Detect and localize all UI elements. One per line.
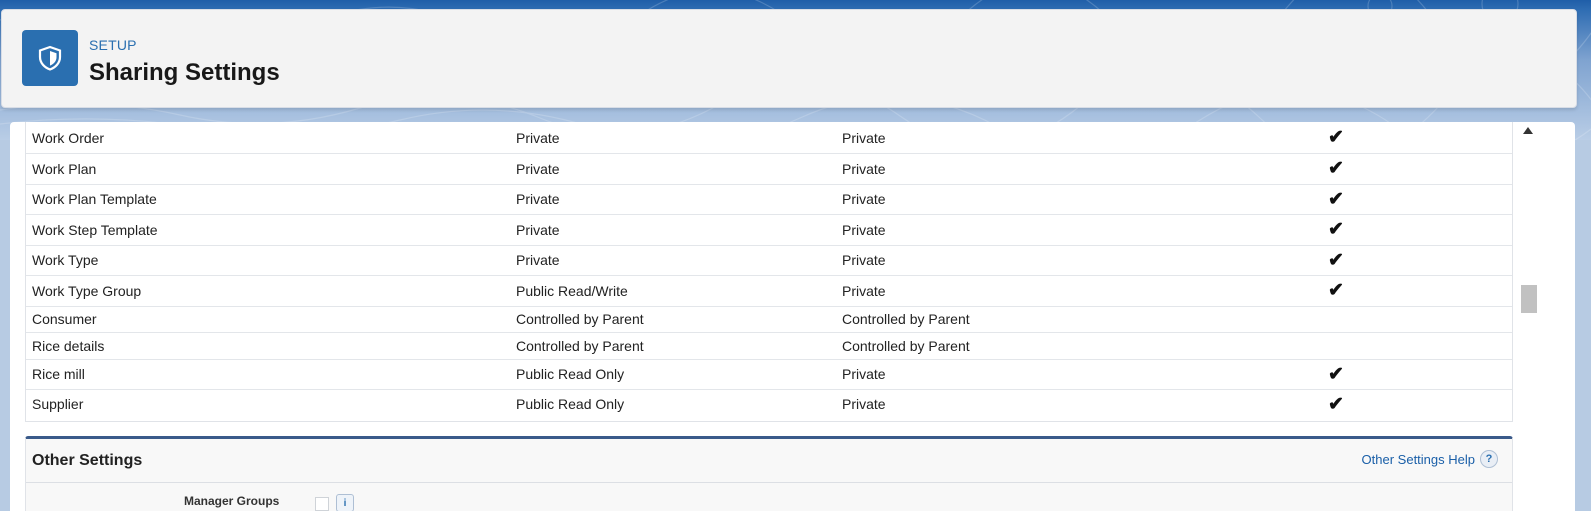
grant-access-hierarchy-check-icon: ✔ [1328, 363, 1344, 385]
grant-access-hierarchy-check-icon: ✔ [1328, 219, 1344, 240]
object-name-cell: Rice mill [32, 366, 85, 382]
manager-groups-label: Manager Groups [184, 494, 280, 508]
default-internal-access-cell: Public Read Only [516, 396, 625, 412]
default-internal-access-cell: Controlled by Parent [516, 311, 644, 327]
object-name-cell: Work Plan [32, 160, 97, 177]
table-row: Rice mill Public Read Only Private ✔ [26, 359, 1512, 390]
shield-icon [38, 45, 62, 71]
object-name-cell: Work Plan Template [32, 191, 157, 207]
default-internal-access-cell: Private [516, 160, 560, 177]
grant-access-hierarchy-check-icon: ✔ [1328, 280, 1344, 301]
default-internal-access-cell: Public Read/Write [516, 282, 628, 299]
help-icon[interactable]: ? [1480, 450, 1498, 468]
other-settings-help[interactable]: Other Settings Help ? [1362, 450, 1498, 468]
sharing-defaults-table: Work Order Private Private ✔ Work Plan Privat… [25, 122, 1513, 422]
object-name-cell: Work Order [32, 129, 105, 146]
default-external-access-cell: Controlled by Parent [842, 337, 970, 354]
scroll-up-arrow-icon[interactable] [1523, 127, 1533, 134]
default-external-access-cell: Private [842, 282, 886, 299]
object-name-cell: Rice details [32, 337, 105, 354]
setup-shield-icon [22, 30, 78, 86]
object-name-cell: Work Type [32, 252, 99, 268]
table-row: Rice details Controlled by Parent Controll… [26, 332, 1512, 360]
grant-access-hierarchy-check-icon: ✔ [1328, 249, 1344, 271]
table-row: Work Type Group Public Read/Write Private ✔ [26, 275, 1512, 307]
scrollbar-thumb[interactable] [1521, 285, 1537, 313]
default-external-access-cell: Private [842, 252, 886, 268]
default-external-access-cell: Private [842, 221, 886, 238]
default-internal-access-cell: Public Read Only [516, 366, 625, 382]
default-external-access-cell: Private [842, 160, 886, 177]
grant-access-hierarchy-check-icon: ✔ [1328, 127, 1344, 148]
default-external-access-cell: Controlled by Parent [842, 311, 970, 327]
table-row: Supplier Public Read Only Private ✔ [26, 389, 1512, 419]
other-settings-section: Other Settings Other Settings Help ? Man… [25, 436, 1513, 511]
table-row: Work Step Template Private Private ✔ [26, 214, 1512, 246]
default-internal-access-cell: Private [516, 191, 560, 207]
default-external-access-cell: Private [842, 129, 886, 146]
vertical-scrollbar[interactable] [1519, 122, 1539, 511]
other-settings-title: Other Settings [32, 452, 143, 469]
table-row: Work Order Private Private ✔ [26, 122, 1512, 154]
default-external-access-cell: Private [842, 191, 886, 207]
table-row: Work Plan Private Private ✔ [26, 153, 1512, 185]
table-row: Work Plan Template Private Private ✔ [26, 184, 1512, 215]
object-name-cell: Work Type Group [32, 282, 142, 299]
manager-groups-checkbox[interactable] [315, 497, 329, 511]
page-title: Sharing Settings [89, 59, 280, 86]
other-settings-header: Other Settings Other Settings Help ? [26, 439, 1512, 483]
default-external-access-cell: Private [842, 366, 886, 382]
object-name-cell: Supplier [32, 396, 84, 412]
grant-access-hierarchy-check-icon: ✔ [1328, 158, 1344, 179]
default-internal-access-cell: Private [516, 221, 560, 238]
page-header: SETUP Sharing Settings [1, 9, 1577, 108]
info-icon[interactable]: i [336, 494, 354, 511]
grant-access-hierarchy-check-icon: ✔ [1328, 188, 1344, 210]
default-internal-access-cell: Private [516, 129, 560, 146]
grant-access-hierarchy-check-icon: ✔ [1328, 393, 1344, 415]
default-external-access-cell: Private [842, 396, 886, 412]
table-row: Work Type Private Private ✔ [26, 245, 1512, 276]
object-name-cell: Consumer [32, 311, 97, 327]
main-content: Work Order Private Private ✔ Work Plan Privat… [10, 122, 1575, 511]
other-settings-help-link[interactable]: Other Settings Help [1362, 452, 1475, 467]
object-name-cell: Work Step Template [32, 221, 158, 238]
default-internal-access-cell: Controlled by Parent [516, 337, 644, 354]
breadcrumb-setup: SETUP [89, 37, 137, 53]
default-internal-access-cell: Private [516, 252, 560, 268]
table-row: Consumer Controlled by Parent Controlled b… [26, 306, 1512, 333]
